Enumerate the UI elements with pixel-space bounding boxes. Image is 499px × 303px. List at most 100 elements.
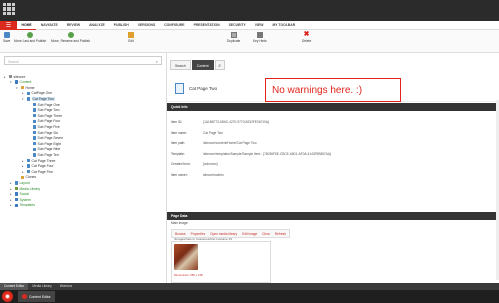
ribbon-tab-versions[interactable]: VERSIONS bbox=[133, 21, 160, 30]
tree-node[interactable]: ▸ Cat Page Five bbox=[22, 169, 53, 174]
expand-arrow-icon[interactable]: ▸ bbox=[10, 187, 13, 191]
field-label: Item owner: bbox=[171, 172, 188, 177]
bottom-tab-media-library[interactable]: Media Library bbox=[28, 283, 55, 290]
ribbon-tab-navigate[interactable]: NAVIGATE bbox=[36, 21, 62, 30]
ribbon-tab-view[interactable]: VIEW bbox=[250, 21, 268, 30]
expand-arrow-icon[interactable]: ▸ bbox=[22, 91, 25, 95]
tree-node[interactable]: ▸ Cat Page Four bbox=[22, 164, 54, 169]
image-link-browse[interactable]: Browse bbox=[175, 232, 186, 236]
delete-button[interactable]: ✖ Delete bbox=[302, 31, 311, 43]
ribbon-tab-security[interactable]: SECURITY bbox=[224, 21, 250, 30]
tree-node[interactable]: ▸ CatPage One bbox=[22, 91, 52, 96]
tree-node-icon bbox=[32, 119, 36, 124]
expand-arrow-icon[interactable]: ▸ bbox=[10, 192, 13, 196]
tree-node-icon bbox=[14, 186, 18, 191]
bottom-tab-content-editor[interactable]: Content Editor bbox=[0, 283, 29, 290]
tree-node[interactable]: Sub Page Nine bbox=[28, 147, 60, 152]
key-hints-button[interactable]: Key Hints bbox=[253, 32, 267, 43]
tree-node-icon bbox=[32, 130, 36, 135]
image-link-clear[interactable]: Clear bbox=[262, 232, 270, 236]
hamburger-menu-icon[interactable]: ☰ bbox=[0, 20, 17, 30]
tree-node[interactable]: Sub Page Ten bbox=[28, 152, 59, 157]
tree-node-label: Sub Page Six bbox=[37, 130, 59, 135]
tree-node[interactable]: ▸ sitecore bbox=[4, 74, 25, 79]
search-tab-icon[interactable]: ⌕ bbox=[214, 60, 225, 70]
image-link-edit-image[interactable]: Edit image bbox=[242, 232, 257, 236]
tree-node-label: Cat Page Five bbox=[31, 169, 54, 174]
bottom-tab-bar: Content Editor Media Library Workbox bbox=[0, 283, 499, 290]
tree-node-label: Templates bbox=[19, 203, 35, 208]
tree-node[interactable]: Sub Page Two bbox=[28, 108, 60, 113]
expand-arrow-icon[interactable]: ▸ bbox=[4, 75, 7, 79]
tree-node[interactable]: ▾ Home bbox=[16, 85, 35, 90]
ribbon-tab-configure[interactable]: CONFIGURE bbox=[160, 21, 189, 30]
app-launcher-icon[interactable] bbox=[3, 3, 15, 15]
image-link-open-media-library[interactable]: Open media library bbox=[210, 232, 237, 236]
tree-node[interactable]: ▸ Templates bbox=[10, 203, 35, 208]
tree-node[interactable]: Sub Page Five bbox=[28, 124, 60, 129]
tree-node-label: Home bbox=[25, 85, 35, 90]
expand-arrow-icon[interactable]: ▸ bbox=[10, 198, 13, 202]
tree-node[interactable]: ▾ Cat Page Two bbox=[22, 96, 55, 101]
tree-node[interactable]: Sub Page Three bbox=[28, 113, 62, 118]
tree-node-label: Sub Page Four bbox=[37, 119, 61, 124]
delete-icon: ✖ bbox=[303, 31, 310, 38]
tree-node-icon bbox=[26, 158, 30, 163]
quick-info-row: Item name: Cat Page Two bbox=[171, 131, 223, 135]
ribbon-tab-presentation[interactable]: PRESENTATION bbox=[189, 21, 224, 30]
save-button[interactable]: Save bbox=[3, 32, 10, 43]
duplicate-button[interactable]: Duplicate bbox=[227, 32, 240, 43]
tree-node[interactable]: ▸ System bbox=[10, 197, 31, 202]
ribbon-tab-publish[interactable]: PUBLISH bbox=[109, 21, 133, 30]
tree-node[interactable]: Clones bbox=[16, 175, 36, 180]
tree-node[interactable]: Sub Page Four bbox=[28, 119, 60, 124]
content-editor-icon bbox=[22, 294, 27, 299]
ribbon-tab-home[interactable]: HOME bbox=[17, 21, 37, 30]
tree-node-label: Sub Page Two bbox=[37, 108, 60, 113]
ribbon-tab-my-toolbar[interactable]: MY TOOLBAR bbox=[268, 21, 300, 30]
tree-node[interactable]: Sub Page Seven bbox=[28, 136, 63, 141]
field-value: Cat Page Two bbox=[203, 130, 223, 135]
expand-arrow-icon[interactable]: ▾ bbox=[22, 97, 25, 101]
field-value: sitecore\admin bbox=[203, 172, 224, 177]
ribbon-tab-analyze[interactable]: ANALYZE bbox=[85, 21, 110, 30]
save-icon bbox=[3, 32, 10, 38]
tree-node-icon bbox=[32, 153, 36, 157]
tree-node[interactable]: Sub Page One bbox=[28, 102, 60, 107]
edit-button[interactable]: Edit bbox=[128, 32, 134, 43]
tree-node[interactable]: ▾ Content bbox=[10, 80, 31, 85]
tree-node-label: Sub Page Eight bbox=[37, 141, 62, 146]
tree-node[interactable]: ▸ Media Library bbox=[10, 186, 40, 191]
ribbon-tab-review[interactable]: REVIEW bbox=[62, 21, 84, 30]
expand-arrow-icon[interactable]: ▾ bbox=[16, 86, 19, 90]
tree-node[interactable]: ▸ Layout bbox=[10, 180, 30, 185]
tree-node[interactable]: Sub Page Eight bbox=[28, 141, 61, 146]
expand-arrow-icon[interactable]: ▾ bbox=[10, 80, 13, 84]
expand-arrow-icon[interactable]: ▸ bbox=[10, 203, 13, 207]
expand-arrow-icon[interactable]: ▸ bbox=[22, 164, 25, 168]
start-menu-icon[interactable]: ◉ bbox=[2, 291, 13, 302]
search-input[interactable]: Search ⌕ bbox=[4, 56, 162, 65]
image-link-refresh[interactable]: Refresh bbox=[275, 232, 286, 236]
tab-content[interactable]: Content bbox=[191, 60, 214, 70]
expand-arrow-icon[interactable]: ▸ bbox=[10, 181, 13, 185]
tree-node-icon bbox=[14, 203, 18, 208]
tree-node[interactable]: Sub Page Six bbox=[28, 130, 58, 135]
tree-node-label: CatPage One bbox=[31, 91, 53, 96]
tree-node-icon bbox=[32, 113, 36, 118]
expand-arrow-icon[interactable]: ▸ bbox=[22, 159, 25, 163]
move-rename-publish-button[interactable]: Move, Rename and Publish bbox=[51, 32, 90, 43]
tree-node[interactable]: ▸ Cat Page Three bbox=[22, 158, 55, 163]
search-icon[interactable]: ⌕ bbox=[156, 59, 158, 64]
main-image-label: Main image: bbox=[171, 221, 189, 225]
move-last-publish-button[interactable]: Move Last and Publish bbox=[14, 32, 46, 43]
edit-icon bbox=[128, 32, 134, 38]
image-link-properties[interactable]: Properties bbox=[191, 232, 206, 236]
page-data-header[interactable]: Page Data bbox=[167, 212, 499, 220]
expand-arrow-icon[interactable]: ▸ bbox=[22, 170, 25, 174]
bottom-tab-workbox[interactable]: Workbox bbox=[56, 283, 77, 290]
quick-info-header[interactable]: Quick Info bbox=[167, 103, 499, 111]
taskbar-content-editor[interactable]: Content Editor bbox=[18, 291, 55, 302]
tree-node[interactable]: ▸ Social bbox=[10, 192, 29, 197]
tab-search[interactable]: Search bbox=[170, 60, 191, 70]
